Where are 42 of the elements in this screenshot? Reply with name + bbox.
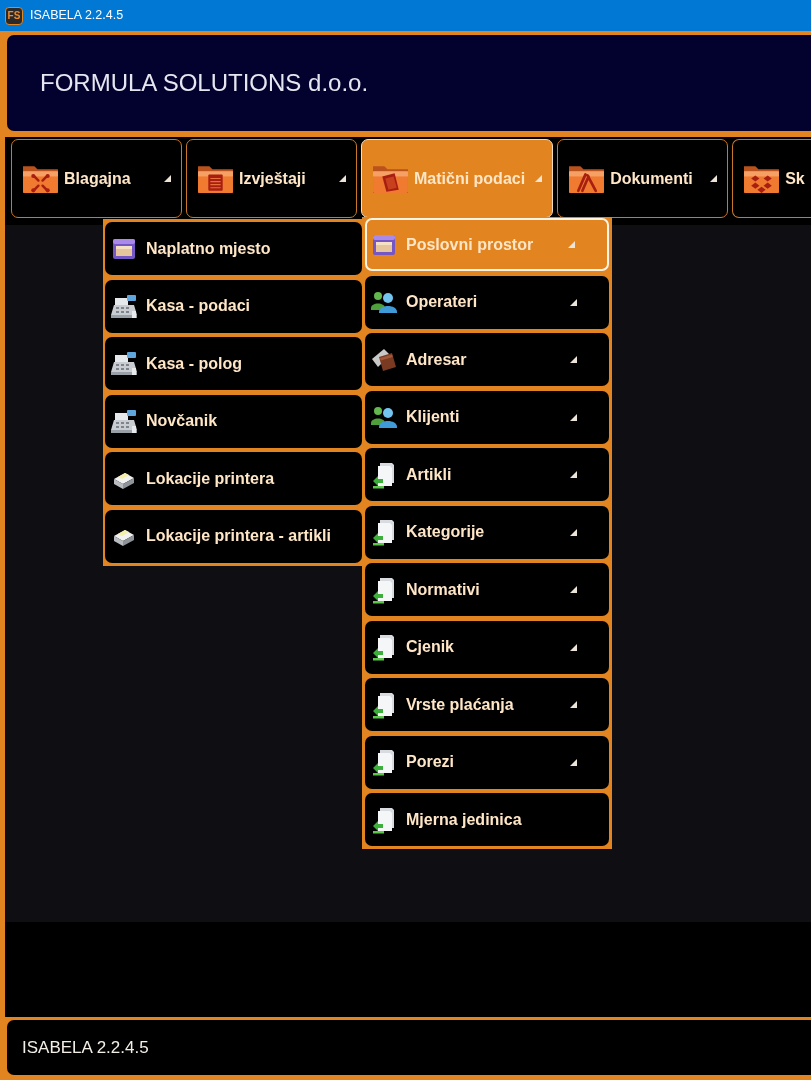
dropdown-item[interactable]: Vrste plaćanja bbox=[365, 678, 609, 731]
window-title: ISABELA 2.2.4.5 bbox=[30, 7, 124, 25]
submenu-item[interactable]: Naplatno mjesto bbox=[105, 222, 362, 275]
company-name: FORMULA SOLUTIONS d.o.o. bbox=[40, 68, 369, 98]
cash-register-icon bbox=[110, 351, 138, 376]
submenu-item[interactable]: Lokacije printera bbox=[105, 452, 362, 505]
status-text: ISABELA 2.2.4.5 bbox=[22, 1036, 149, 1059]
menu-tab[interactable]: Dokumenti bbox=[557, 139, 729, 218]
document-icon bbox=[371, 748, 397, 776]
dropdown-item[interactable]: Normativi bbox=[365, 563, 609, 616]
menu-tab[interactable]: Blagajna bbox=[11, 139, 182, 218]
document-icon bbox=[371, 460, 397, 489]
document-icon bbox=[371, 575, 397, 604]
users-icon bbox=[370, 290, 398, 314]
document-icon bbox=[371, 518, 397, 546]
dropdown-item[interactable]: Operateri bbox=[365, 275, 609, 329]
folder-icon bbox=[22, 163, 59, 194]
cash-register-icon bbox=[110, 408, 138, 434]
users-icon bbox=[370, 405, 398, 429]
submenu-item[interactable]: Novčanik bbox=[105, 394, 362, 448]
dropdown-item[interactable]: Artikli bbox=[365, 448, 609, 501]
document-icon bbox=[371, 633, 397, 661]
folder-icon bbox=[372, 163, 409, 194]
menu-tab[interactable]: Sk bbox=[732, 139, 811, 218]
app-logo: FS bbox=[5, 6, 23, 25]
folder-icon bbox=[197, 163, 234, 194]
folder-icon bbox=[568, 163, 606, 194]
menu-tab[interactable]: Izvještaji bbox=[186, 139, 357, 218]
dropdown-item[interactable]: Cjenik bbox=[365, 620, 609, 674]
document-icon bbox=[371, 805, 397, 834]
folder-icon bbox=[743, 163, 781, 194]
dropdown-item[interactable]: Kategorije bbox=[365, 505, 609, 559]
submenu-item[interactable]: Kasa - polog bbox=[105, 337, 362, 390]
dropdown-item[interactable]: Klijenti bbox=[365, 390, 609, 444]
document-icon bbox=[371, 690, 397, 719]
submenu-item[interactable]: Kasa - podaci bbox=[105, 279, 362, 333]
submenu-item[interactable]: Lokacije printera - artikli bbox=[105, 509, 362, 563]
dropdown-item[interactable]: Adresar bbox=[365, 333, 609, 386]
dropdown-item[interactable]: Mjerna jedinica bbox=[365, 793, 609, 846]
dropdown-item[interactable]: Porezi bbox=[365, 735, 609, 789]
cash-register-icon bbox=[110, 293, 138, 319]
book-icon bbox=[370, 346, 398, 373]
